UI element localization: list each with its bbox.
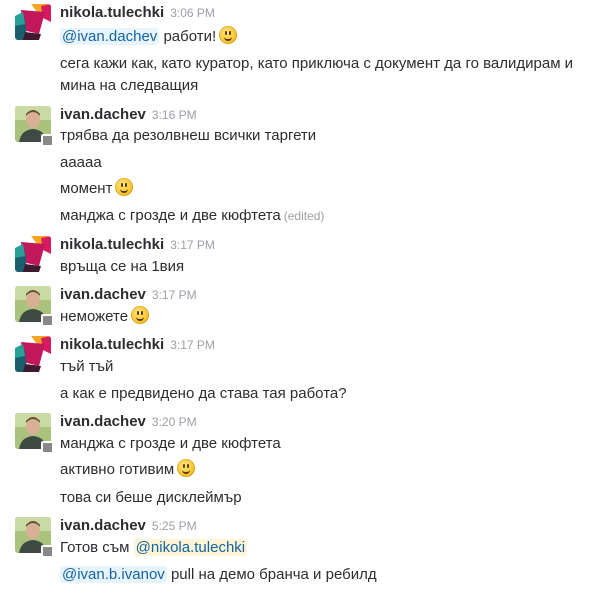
message-header: nikola.tulechki 3:17 PM (60, 336, 215, 356)
message-header: nikola.tulechki 3:17 PM (60, 236, 215, 256)
smiley-emoji-icon (219, 26, 238, 44)
message-text: тъй тъй (60, 358, 114, 375)
edited-label: (edited) (283, 209, 325, 223)
username-link[interactable]: ivan.dachev (60, 286, 146, 303)
avatar[interactable] (15, 236, 51, 272)
logo-avatar-icon (15, 336, 51, 372)
presence-away-indicator (41, 545, 54, 558)
username-link[interactable]: nikola.tulechki (60, 4, 164, 21)
message-text-part: pull на демо бранча и ребилд (166, 566, 377, 583)
message-text: ааааа (60, 154, 102, 171)
timestamp[interactable]: 5:25 PM (152, 519, 197, 533)
user-mention[interactable]: @ivan.dachev (60, 28, 160, 45)
message-header: ivan.dachev 3:17 PM (60, 286, 197, 306)
smiley-emoji-icon (131, 306, 150, 324)
message-text: активно готивим (60, 459, 196, 481)
message-text: манджа с грозде и две кюфтета (60, 435, 281, 452)
timestamp[interactable]: 3:20 PM (152, 415, 197, 429)
smiley-emoji-icon (115, 178, 134, 196)
timestamp[interactable]: 3:17 PM (170, 238, 215, 252)
message-text: неможете (60, 306, 150, 328)
message-text-part: неможете (60, 308, 129, 325)
user-mention[interactable]: @ivan.b.ivanov (60, 566, 167, 583)
message-text: @ivan.dachev работи! (60, 26, 238, 48)
message-text: Готов съм @nikola.tulechki (60, 537, 248, 559)
username-link[interactable]: ivan.dachev (60, 106, 146, 123)
username-link[interactable]: ivan.dachev (60, 413, 146, 430)
presence-away-indicator (41, 441, 54, 454)
message-text-part: Готов съм (60, 539, 134, 556)
message-text-part: манджа с грозде и две кюфтета (60, 207, 281, 224)
avatar[interactable] (15, 336, 51, 372)
message-text: момент (60, 178, 134, 200)
username-link[interactable]: nikola.tulechki (60, 336, 164, 353)
message-header: ivan.dachev 3:16 PM (60, 106, 197, 126)
message-header: nikola.tulechki 3:06 PM (60, 4, 215, 24)
message-text: @ivan.b.ivanov pull на демо бранча и реб… (60, 564, 377, 586)
message-header: ivan.dachev 3:20 PM (60, 413, 197, 433)
message-header: ivan.dachev 5:25 PM (60, 517, 197, 537)
presence-away-indicator (41, 314, 54, 327)
logo-avatar-icon (15, 236, 51, 272)
message-text: трябва да резолвнеш всички таргети (60, 127, 317, 144)
message-text: манджа с грозде и две кюфтета (edited) (60, 205, 324, 227)
timestamp[interactable]: 3:06 PM (170, 6, 215, 20)
presence-away-indicator (41, 134, 54, 147)
message-text-part: момент (60, 180, 113, 197)
message-text: това си беше дисклеймър (60, 489, 242, 506)
username-link[interactable]: nikola.tulechki (60, 236, 164, 253)
message-text-part: активно готивим (60, 461, 175, 478)
smiley-emoji-icon (177, 459, 196, 477)
message-list: nikola.tulechki 3:06 PM @ivan.dachev рабо… (0, 0, 612, 600)
timestamp[interactable]: 3:17 PM (170, 338, 215, 352)
logo-avatar-icon (15, 4, 51, 40)
avatar[interactable] (15, 4, 51, 40)
message-text: а как е предвидено да става тая работа? (60, 385, 347, 402)
username-link[interactable]: ivan.dachev (60, 517, 146, 534)
timestamp[interactable]: 3:16 PM (152, 108, 197, 122)
timestamp[interactable]: 3:17 PM (152, 288, 197, 302)
message-text-part: работи! (159, 28, 217, 45)
message-text: връща се на 1вия (60, 258, 185, 275)
user-mention[interactable]: @nikola.tulechki (133, 539, 248, 556)
message-text: сега кажи как, като куратор, като приклю… (60, 55, 574, 94)
